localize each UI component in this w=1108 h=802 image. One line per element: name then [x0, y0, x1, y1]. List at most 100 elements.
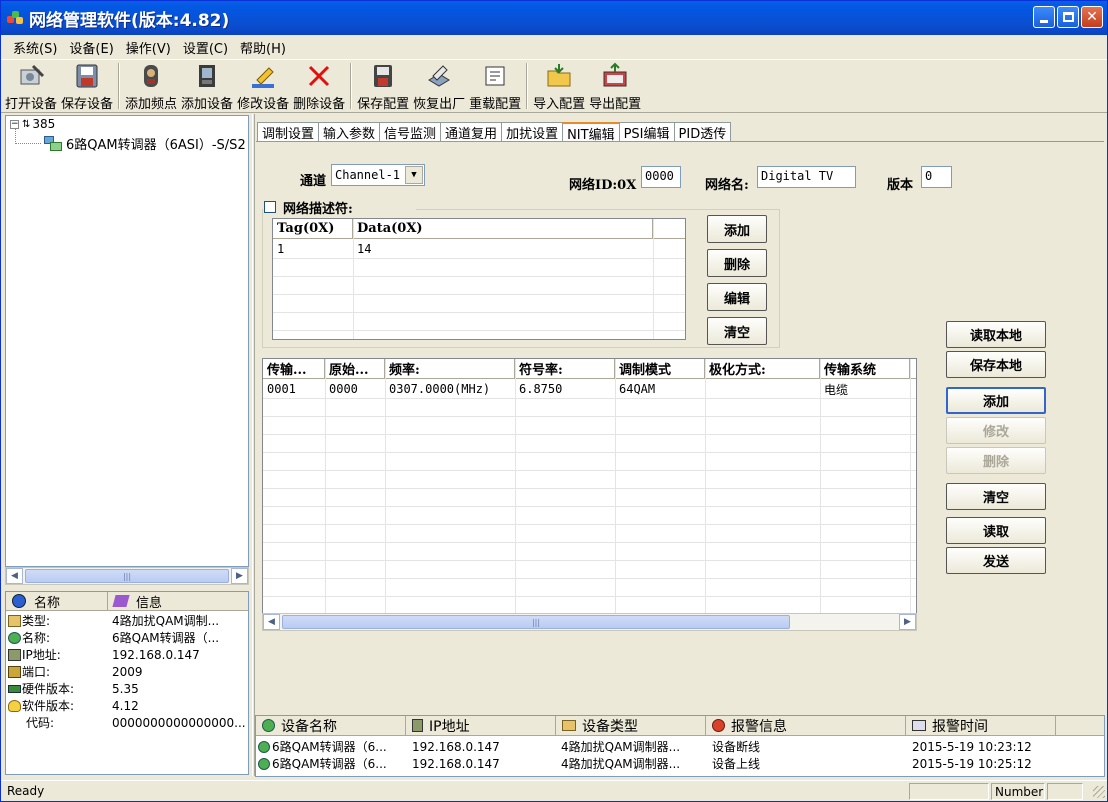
edit-device-button[interactable]: 修改设备 — [235, 60, 291, 112]
factory-reset-button[interactable]: 恢复出厂 — [411, 60, 467, 112]
descriptor-clear-button[interactable]: 清空 — [707, 317, 767, 345]
open-device-button[interactable]: 打开设备 — [3, 60, 59, 112]
table-cell[interactable]: 0307.0000(MHz) — [385, 380, 515, 398]
scroll-right-icon[interactable]: ▶ — [899, 614, 916, 630]
alarm-cell[interactable]: 设备断线 — [712, 738, 906, 755]
channel-select[interactable]: Channel-1 ▼ — [331, 164, 425, 186]
transport-stream-table[interactable]: 传输... 原始... 频率: 符号率: 调制模式 极化方式: 传输系统 000… — [262, 358, 917, 614]
tree-device-node[interactable]: 6路QAM转调器（6ASI）-S/S2 — [43, 134, 246, 153]
table-cell[interactable]: 64QAM — [615, 380, 705, 398]
tab-nit-edit[interactable]: NIT编辑 — [562, 122, 620, 143]
info-header-info[interactable]: 信息 — [108, 592, 248, 611]
save-local-button[interactable]: 保存本地 — [946, 351, 1046, 378]
send-button[interactable]: 发送 — [946, 547, 1046, 574]
save-device-button[interactable]: 保存设备 — [59, 60, 115, 112]
column-header[interactable]: 调制模式 — [615, 359, 705, 379]
table-cell[interactable]: 0000 — [325, 380, 385, 398]
table-cell[interactable]: 0001 — [263, 380, 325, 398]
tab-modulation[interactable]: 调制设置 — [257, 122, 320, 142]
tree-root-node[interactable]: − ⇅ 385 — [10, 117, 55, 131]
descriptor-table[interactable]: Tag(0X) Data(0X) 1 14 — [272, 218, 686, 340]
alarm-cell[interactable]: 4路加扰QAM调制器... — [561, 755, 706, 772]
table-hscrollbar[interactable]: ◀ ||| ▶ — [262, 613, 917, 631]
add-device-button[interactable]: 添加设备 — [179, 60, 235, 112]
lightbulb-icon — [8, 699, 21, 712]
descriptor-edit-button[interactable]: 编辑 — [707, 283, 767, 311]
network-id-field[interactable]: 0000 — [641, 166, 681, 188]
import-config-button[interactable]: 导入配置 — [531, 60, 587, 112]
alarm-header-alarm-info[interactable]: 报警信息 — [706, 716, 906, 736]
maximize-button[interactable] — [1057, 6, 1079, 28]
column-header[interactable]: 传输系统 — [820, 359, 910, 379]
menu-help[interactable]: 帮助(H) — [234, 36, 292, 59]
alarm-cell[interactable]: 设备上线 — [712, 755, 906, 772]
tab-signal-monitor[interactable]: 信号监测 — [379, 122, 442, 142]
info-row-type: 类型: 4路加扰QAM调制... — [6, 612, 248, 629]
read-button[interactable]: 读取 — [946, 517, 1046, 544]
menu-system[interactable]: 系统(S) — [7, 36, 63, 59]
info-header-name[interactable]: 名称 — [6, 592, 108, 611]
version-field[interactable]: 0 — [921, 166, 952, 188]
scroll-thumb[interactable]: ||| — [25, 569, 229, 583]
column-header[interactable] — [653, 219, 685, 239]
tab-input[interactable]: 输入参数 — [318, 122, 381, 142]
menu-operation[interactable]: 操作(V) — [120, 36, 177, 59]
column-header[interactable]: Data(0X) — [353, 219, 653, 239]
column-header[interactable]: 极化方式: — [705, 359, 820, 379]
alarm-header-alarm-time[interactable]: 报警时间 — [906, 716, 1056, 736]
add-frequency-button[interactable]: 添加频点 — [123, 60, 179, 112]
alarm-list[interactable]: 设备名称 IP地址 设备类型 报警信息 报警时间 6路QAM转调器（6... 1… — [255, 715, 1105, 777]
delete-device-button[interactable]: 删除设备 — [291, 60, 347, 112]
alarm-cell[interactable]: 6路QAM转调器（6... — [258, 755, 406, 772]
alarm-cell[interactable]: 2015-5-19 10:25:12 — [912, 755, 1056, 772]
tree-hscrollbar[interactable]: ◀ ||| ▶ — [5, 567, 249, 585]
read-local-button[interactable]: 读取本地 — [946, 321, 1046, 348]
column-header[interactable]: 频率: — [385, 359, 515, 379]
alarm-cell[interactable]: 4路加扰QAM调制器... — [561, 738, 706, 755]
table-cell[interactable]: 1 — [273, 240, 353, 258]
table-cell[interactable]: 14 — [353, 240, 653, 258]
ts-add-button[interactable]: 添加 — [946, 387, 1046, 414]
reload-config-button[interactable]: 重载配置 — [467, 60, 523, 112]
ts-modify-button[interactable]: 修改 — [946, 417, 1046, 444]
scroll-left-icon[interactable]: ◀ — [6, 568, 23, 584]
scroll-right-icon[interactable]: ▶ — [231, 568, 248, 584]
tab-pid-passthrough[interactable]: PID透传 — [673, 122, 732, 142]
alarm-cell[interactable]: 2015-5-19 10:23:12 — [912, 738, 1056, 755]
minimize-button[interactable] — [1033, 6, 1055, 28]
save-config-button[interactable]: 保存配置 — [355, 60, 411, 112]
table-cell[interactable]: 6.8750 — [515, 380, 615, 398]
alarm-cell[interactable]: 6路QAM转调器（6... — [258, 738, 406, 755]
device-tree[interactable]: − ⇅ 385 6路QAM转调器（6ASI）-S/S2 — [5, 115, 249, 567]
alarm-header-device-name[interactable]: 设备名称 — [256, 716, 406, 736]
tab-psi-edit[interactable]: PSI编辑 — [618, 122, 675, 142]
alarm-header-ip[interactable]: IP地址 — [406, 716, 556, 736]
column-header[interactable] — [910, 359, 916, 379]
menu-device[interactable]: 设备(E) — [63, 36, 119, 59]
scroll-thumb[interactable]: ||| — [282, 615, 790, 629]
alarm-cell[interactable]: 192.168.0.147 — [412, 738, 556, 755]
table-cell[interactable]: 电缆 — [820, 380, 910, 398]
column-header[interactable]: 原始... — [325, 359, 385, 379]
scroll-left-icon[interactable]: ◀ — [263, 614, 280, 630]
column-header[interactable]: 符号率: — [515, 359, 615, 379]
export-config-button[interactable]: 导出配置 — [587, 60, 643, 112]
title-bar[interactable]: 网络管理软件(版本:4.82) ✕ — [1, 1, 1107, 35]
tab-multiplex[interactable]: 通道复用 — [440, 122, 503, 142]
alarm-cell[interactable]: 192.168.0.147 — [412, 755, 556, 772]
descriptor-add-button[interactable]: 添加 — [707, 215, 767, 243]
network-name-field[interactable]: Digital TV — [757, 166, 856, 188]
alarm-header-device-type[interactable]: 设备类型 — [556, 716, 706, 736]
menu-settings[interactable]: 设置(C) — [177, 36, 234, 59]
panel-splitter[interactable] — [252, 114, 255, 776]
table-cell[interactable] — [705, 380, 820, 398]
descriptor-delete-button[interactable]: 删除 — [707, 249, 767, 277]
tab-scrambling[interactable]: 加扰设置 — [501, 122, 564, 142]
resize-grip-icon[interactable] — [1093, 786, 1105, 798]
chevron-down-icon[interactable]: ▼ — [405, 166, 423, 184]
ts-delete-button[interactable]: 删除 — [946, 447, 1046, 474]
column-header[interactable]: 传输... — [263, 359, 325, 379]
ts-clear-button[interactable]: 清空 — [946, 483, 1046, 510]
close-button[interactable]: ✕ — [1081, 6, 1103, 28]
column-header[interactable]: Tag(0X) — [273, 219, 353, 239]
